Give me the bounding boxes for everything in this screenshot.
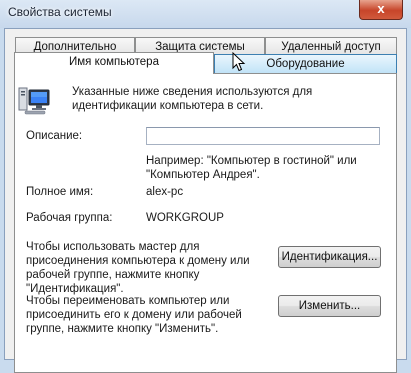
workgroup-value: WORKGROUP (146, 212, 224, 224)
tab-remote-label: Удаленный доступ (281, 41, 381, 53)
tab-computer-name[interactable]: Имя компьютера (14, 52, 214, 74)
description-label: Описание: (26, 130, 83, 142)
intro-text: Указанные ниже сведения используются для… (72, 86, 313, 112)
rename-instructions: Чтобы переименовать компьютер или присое… (26, 295, 242, 335)
description-example: Например: "Компьютер в гостиной" или "Ко… (146, 155, 357, 181)
window-title: Свойства системы (8, 5, 112, 19)
tab-hardware-label: Оборудование (266, 58, 345, 70)
workgroup-label: Рабочая группа: (26, 212, 113, 224)
computer-icon (18, 87, 50, 115)
close-button[interactable]: x (359, 0, 403, 20)
tab-computer-name-label: Имя компьютера (69, 56, 159, 68)
title-bar: Свойства системы x (0, 0, 411, 28)
change-button-label: Изменить... (298, 300, 361, 312)
full-name-label: Полное имя: (26, 186, 94, 198)
description-input[interactable] (146, 127, 380, 145)
full-name-value: alex-pc (146, 186, 184, 198)
change-button[interactable]: Изменить... (278, 295, 381, 317)
wizard-instructions: Чтобы использовать мастер для присоедине… (26, 241, 250, 295)
close-icon: x (377, 1, 385, 16)
mouse-cursor-icon (232, 52, 246, 72)
network-id-button[interactable]: Идентификация... (278, 246, 381, 268)
network-id-button-label: Идентификация... (281, 251, 378, 263)
